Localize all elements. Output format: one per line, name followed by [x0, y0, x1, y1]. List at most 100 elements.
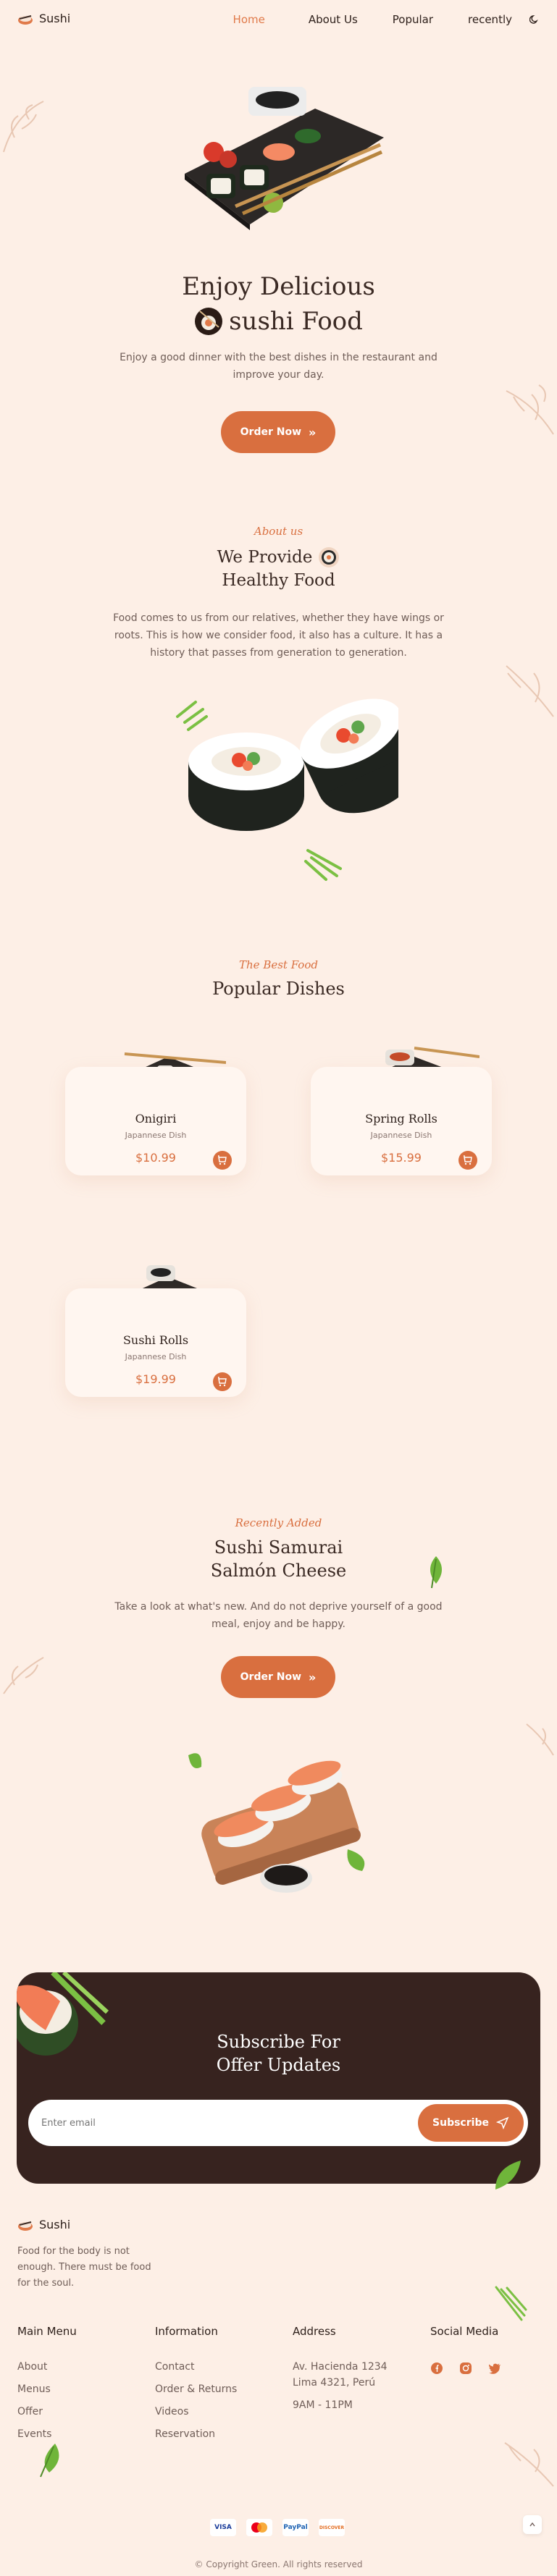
hero-title: Enjoy Delicious sushi Food — [0, 269, 557, 339]
email-input[interactable] — [41, 2114, 374, 2132]
footer-link-reservation[interactable]: Reservation — [155, 2428, 215, 2440]
about-title-line1: We Provide — [217, 548, 313, 567]
footer-information-title: Information — [155, 2325, 218, 2338]
send-icon — [495, 2116, 509, 2129]
discover-icon: DISCOVER — [319, 2519, 345, 2536]
footer-logo-text: Sushi — [39, 2218, 71, 2231]
leaf-decoration-icon — [526, 1723, 554, 1756]
leaf-decoration-icon — [3, 101, 44, 153]
visa-icon: VISA — [210, 2519, 236, 2536]
leaf-icon — [495, 2161, 521, 2189]
hero-title-line2: sushi Food — [229, 307, 363, 336]
footer-link-contact[interactable]: Contact — [155, 2361, 194, 2373]
cart-icon — [218, 1377, 227, 1387]
dish-description: Japannese Dish — [125, 1131, 187, 1140]
subscribe-section: Subscribe For Offer Updates Subscribe — [17, 1972, 540, 2184]
moon-icon[interactable] — [529, 14, 540, 25]
nav-item-popular[interactable]: Popular — [393, 13, 433, 26]
herb-sprig-icon — [495, 2286, 527, 2321]
sushi-roll-icon — [319, 547, 340, 567]
recently-order-now-button[interactable]: Order Now » — [221, 1656, 335, 1698]
mastercard-circles-icon — [251, 2522, 267, 2533]
leaf-decoration-icon — [3, 1657, 44, 1694]
popular-title: Popular Dishes — [212, 979, 345, 999]
subscribe-title: Subscribe For Offer Updates — [17, 2030, 540, 2077]
footer-social-title: Social Media — [430, 2325, 499, 2338]
add-to-cart-button[interactable] — [458, 1151, 477, 1170]
copyright: © Copyright Green. All rights reserved — [194, 2559, 363, 2569]
footer-address-line2: Lima 4321, Perú — [293, 2377, 376, 2389]
twitter-icon[interactable] — [488, 2362, 501, 2374]
footer-link-videos[interactable]: Videos — [155, 2406, 189, 2417]
footer-hours: 9AM - 11PM — [293, 2399, 353, 2411]
about-title-line2: Healthy Food — [222, 571, 335, 590]
recently-title: Sushi Samurai Salmón Cheese — [0, 1536, 557, 1582]
footer-link-events[interactable]: Events — [17, 2428, 51, 2440]
footer-tagline: Food for the body is not enough. There m… — [17, 2246, 151, 2289]
recently-description: Take a look at what's new. And do not de… — [114, 1601, 443, 1630]
hero-order-now-button[interactable]: Order Now » — [221, 411, 335, 453]
dish-name: Sushi Rolls — [122, 1333, 189, 1347]
nav-item-about-us[interactable]: About Us — [309, 13, 358, 26]
leaf-decoration-icon — [504, 2442, 554, 2487]
dish-card-onigiri[interactable]: Onigiri Japannese Dish $10.99 — [65, 1067, 246, 1175]
logo-text: Sushi — [39, 12, 71, 25]
dish-name: Spring Rolls — [365, 1112, 437, 1126]
subscribe-form: Subscribe — [28, 2100, 528, 2146]
recently-title-line1: Sushi Samurai — [214, 1537, 343, 1558]
footer-address-title: Address — [293, 2325, 336, 2338]
sushi-logo-icon — [18, 2221, 33, 2231]
footer-link-offer[interactable]: Offer — [17, 2406, 43, 2417]
scroll-to-top-button[interactable] — [523, 2515, 542, 2534]
nav-item-home[interactable]: Home — [233, 13, 265, 26]
double-chevron-right-icon: » — [309, 1670, 317, 1684]
footer-link-menus[interactable]: Menus — [17, 2383, 51, 2395]
double-chevron-right-icon: » — [309, 425, 317, 439]
sushi-logo-icon — [18, 14, 33, 25]
dish-description: Japannese Dish — [370, 1131, 432, 1140]
about-description: Food comes to us from our relatives, whe… — [113, 612, 444, 659]
site-header: Sushi Home About Us Popular recently — [0, 0, 557, 42]
logo[interactable]: Sushi — [17, 12, 70, 25]
about-subtitle: About us — [254, 525, 303, 538]
subscribe-button-label: Subscribe — [432, 2117, 489, 2129]
sushi-platter-image — [185, 87, 384, 230]
recently-order-now-label: Order Now — [240, 1671, 302, 1683]
hero-order-now-label: Order Now — [240, 426, 302, 438]
footer-logo[interactable]: Sushi — [17, 2218, 70, 2231]
sushi-chopsticks-icon — [195, 308, 223, 335]
footer-link-order-returns[interactable]: Order & Returns — [155, 2383, 237, 2395]
popular-subtitle: The Best Food — [239, 958, 318, 971]
salmon-nigiri-image — [188, 1753, 365, 1893]
dish-card-sushi-rolls[interactable]: Sushi Rolls Japannese Dish $19.99 — [65, 1288, 246, 1397]
facebook-icon[interactable] — [430, 2362, 443, 2375]
leaf-icon — [40, 2444, 59, 2478]
chevron-up-icon — [529, 2522, 535, 2527]
subscribe-title-line1: Subscribe For — [217, 2032, 340, 2052]
dish-card-spring-rolls[interactable]: Spring Rolls Japannese Dish $15.99 — [311, 1067, 492, 1175]
instagram-icon[interactable] — [459, 2362, 472, 2375]
subscribe-button[interactable]: Subscribe — [418, 2104, 524, 2142]
hero-title-line1: Enjoy Delicious — [182, 272, 375, 301]
add-to-cart-button[interactable] — [213, 1372, 232, 1391]
add-to-cart-button[interactable] — [213, 1151, 232, 1170]
hero-description: Enjoy a good dinner with the best dishes… — [120, 352, 437, 381]
recently-subtitle: Recently Added — [235, 1516, 322, 1529]
mastercard-icon — [246, 2519, 272, 2536]
sushi-rolls-image — [176, 698, 398, 881]
leaf-decoration-icon — [506, 665, 554, 717]
main-nav: Home About Us Popular recently — [233, 13, 540, 26]
dish-name: Onigiri — [135, 1112, 177, 1126]
footer-main-menu-title: Main Menu — [17, 2325, 77, 2338]
footer-address-line1: Av. Hacienda 1234 — [293, 2361, 388, 2373]
footer-link-about[interactable]: About — [17, 2361, 47, 2373]
subscribe-title-line2: Offer Updates — [216, 2055, 341, 2075]
nav-item-recently[interactable]: recently — [468, 13, 512, 26]
leaf-decoration-icon — [506, 384, 554, 435]
paypal-icon: PayPal — [282, 2519, 309, 2536]
leaf-icon — [430, 1556, 442, 1589]
cart-icon — [464, 1155, 472, 1165]
about-title: We Provide Healthy Food — [0, 546, 557, 592]
recently-title-line2: Salmón Cheese — [210, 1561, 347, 1581]
dish-description: Japannese Dish — [125, 1352, 187, 1361]
